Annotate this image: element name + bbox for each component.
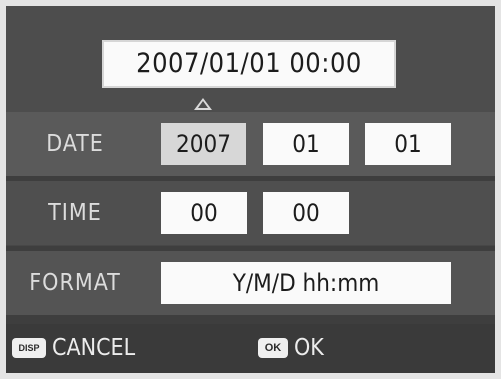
minute-field[interactable]: 00 — [263, 192, 349, 234]
format-field[interactable]: Y/M/D hh:mm — [161, 262, 451, 304]
format-row: FORMAT Y/M/D hh:mm — [6, 251, 495, 315]
time-row: TIME 00 00 — [6, 181, 495, 245]
row-divider — [6, 315, 495, 324]
year-field[interactable]: 2007 — [161, 123, 246, 165]
caret-up-icon — [194, 98, 212, 110]
date-row: DATE 2007 01 01 — [6, 112, 495, 176]
button-bar: DISP CANCEL OK OK — [6, 324, 495, 373]
ok-key-icon: OK — [258, 338, 288, 358]
day-field[interactable]: 01 — [365, 123, 451, 165]
month-field[interactable]: 01 — [263, 123, 349, 165]
ok-label: OK — [294, 335, 324, 361]
cancel-label: CANCEL — [52, 335, 136, 361]
datetime-preview: 2007/01/01 00:00 — [102, 40, 396, 88]
time-label: TIME — [48, 200, 102, 226]
disp-key-icon: DISP — [12, 338, 46, 358]
hour-field[interactable]: 00 — [161, 192, 247, 234]
date-label: DATE — [46, 131, 104, 157]
preview-area: 2007/01/01 00:00 — [6, 6, 495, 112]
format-label: FORMAT — [29, 270, 121, 296]
camera-screen: 2007/01/01 00:00 DATE 2007 01 01 TIME 00… — [6, 6, 495, 373]
